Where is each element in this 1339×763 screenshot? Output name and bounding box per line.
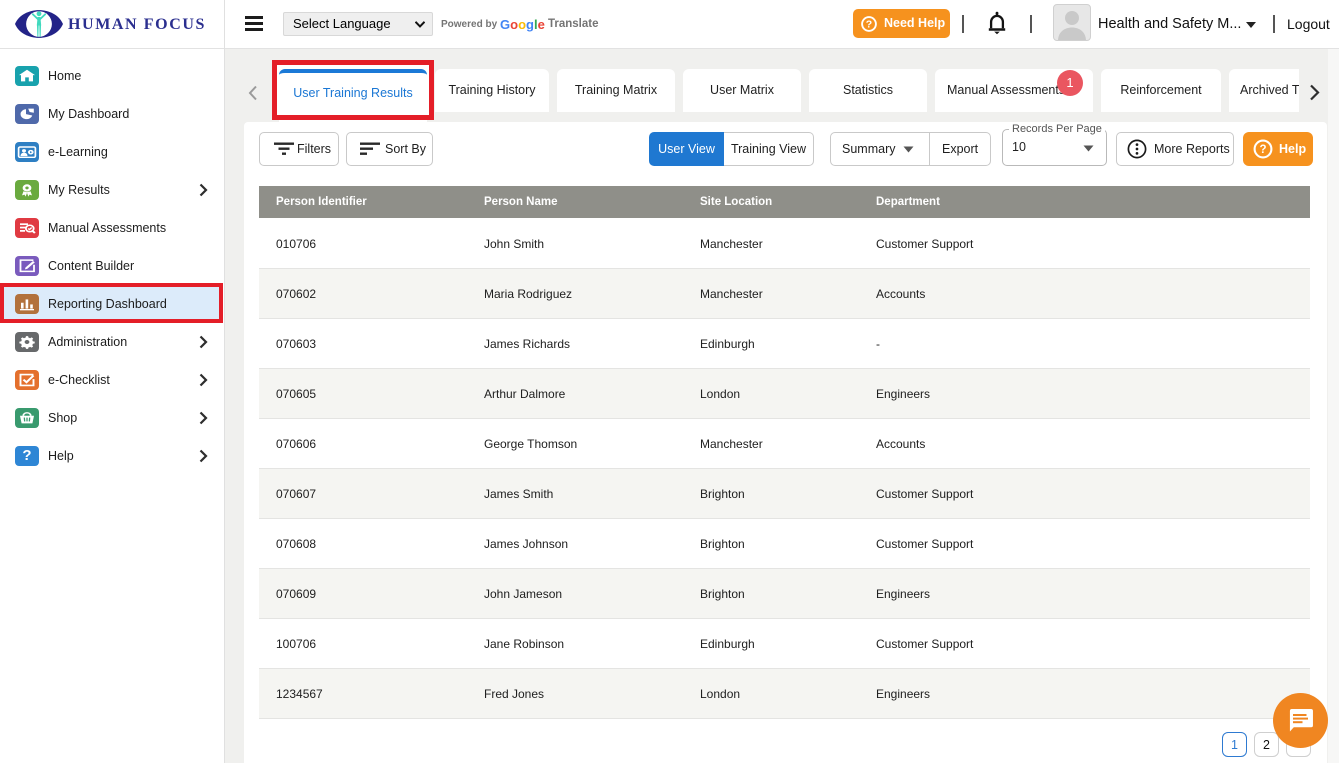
- svg-text:?: ?: [866, 18, 872, 30]
- svg-text:?: ?: [1259, 144, 1266, 156]
